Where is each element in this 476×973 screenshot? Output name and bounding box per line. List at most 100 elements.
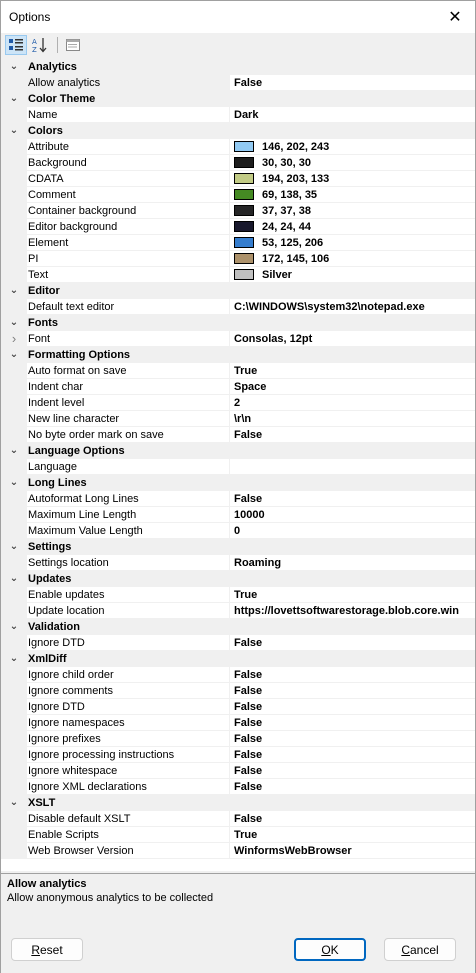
property-row[interactable]: Language xyxy=(1,458,475,475)
property-row[interactable]: Enable Scripts True xyxy=(1,826,475,843)
collapse-chevron-icon[interactable]: ⌄ xyxy=(1,618,27,635)
collapse-chevron-icon[interactable]: ⌄ xyxy=(1,474,27,491)
property-value[interactable]: Silver xyxy=(230,267,475,283)
collapse-chevron-icon[interactable]: ⌄ xyxy=(1,538,27,555)
property-row[interactable]: Settings location Roaming xyxy=(1,554,475,571)
property-row[interactable]: Background 30, 30, 30 xyxy=(1,154,475,171)
property-row[interactable]: Ignore processing instructions False xyxy=(1,746,475,763)
property-row[interactable]: Ignore namespaces False xyxy=(1,714,475,731)
category-row[interactable]: ⌄ Fonts xyxy=(1,314,475,331)
reset-button[interactable]: Reset xyxy=(11,938,83,961)
property-value[interactable]: https://lovettsoftwarestorage.blob.core.… xyxy=(230,603,475,619)
collapse-chevron-icon[interactable]: ⌄ xyxy=(1,282,27,299)
collapse-chevron-icon[interactable]: ⌄ xyxy=(1,59,27,75)
property-value[interactable]: False xyxy=(230,635,475,651)
property-row[interactable]: Ignore prefixes False xyxy=(1,730,475,747)
property-value[interactable]: C:\WINDOWS\system32\notepad.exe xyxy=(230,299,475,315)
property-row[interactable]: › Font Consolas, 12pt xyxy=(1,330,475,347)
property-value[interactable]: False xyxy=(230,779,475,795)
property-row[interactable]: PI 172, 145, 106 xyxy=(1,250,475,267)
property-value[interactable] xyxy=(230,459,475,475)
property-value[interactable]: False xyxy=(230,427,475,443)
category-row[interactable]: ⌄ Language Options xyxy=(1,442,475,459)
category-row[interactable]: ⌄ Color Theme xyxy=(1,90,475,107)
property-value[interactable]: False xyxy=(230,763,475,779)
property-value[interactable]: 2 xyxy=(230,395,475,411)
property-row[interactable]: Ignore comments False xyxy=(1,682,475,699)
cancel-button[interactable]: Cancel xyxy=(384,938,456,961)
property-row[interactable]: Ignore whitespace False xyxy=(1,762,475,779)
close-icon[interactable]: ✕ xyxy=(441,5,469,29)
category-row[interactable]: ⌄ XSLT xyxy=(1,794,475,811)
property-pages-button[interactable] xyxy=(62,35,84,55)
property-row[interactable]: Default text editor C:\WINDOWS\system32\n… xyxy=(1,298,475,315)
property-value[interactable]: 172, 145, 106 xyxy=(230,251,475,267)
property-value[interactable]: Roaming xyxy=(230,555,475,571)
property-value[interactable]: 0 xyxy=(230,523,475,539)
category-row[interactable]: ⌄ Formatting Options xyxy=(1,346,475,363)
property-row[interactable]: Maximum Value Length 0 xyxy=(1,522,475,539)
property-value[interactable]: 24, 24, 44 xyxy=(230,219,475,235)
property-row[interactable]: New line character \r\n xyxy=(1,410,475,427)
category-row[interactable]: ⌄ Settings xyxy=(1,538,475,555)
property-value[interactable]: False xyxy=(230,811,475,827)
property-row[interactable]: Attribute 146, 202, 243 xyxy=(1,138,475,155)
property-value[interactable]: False xyxy=(230,715,475,731)
property-value[interactable]: True xyxy=(230,827,475,843)
collapse-chevron-icon[interactable]: ⌄ xyxy=(1,90,27,107)
property-row[interactable]: Indent level 2 xyxy=(1,394,475,411)
collapse-chevron-icon[interactable]: ⌄ xyxy=(1,794,27,811)
category-row[interactable]: ⌄ Analytics xyxy=(1,59,475,75)
property-row[interactable]: Disable default XSLT False xyxy=(1,810,475,827)
category-row[interactable]: ⌄ Editor xyxy=(1,282,475,299)
property-row[interactable]: Maximum Line Length 10000 xyxy=(1,506,475,523)
property-row[interactable]: Ignore child order False xyxy=(1,666,475,683)
collapse-chevron-icon[interactable]: ⌄ xyxy=(1,650,27,667)
category-row[interactable]: ⌄ Updates xyxy=(1,570,475,587)
property-value[interactable]: False xyxy=(230,491,475,507)
expand-chevron-icon[interactable]: › xyxy=(1,330,27,347)
property-value[interactable]: \r\n xyxy=(230,411,475,427)
property-value[interactable]: Dark xyxy=(230,107,475,123)
property-row[interactable]: Web Browser Version WinformsWebBrowser xyxy=(1,842,475,859)
collapse-chevron-icon[interactable]: ⌄ xyxy=(1,570,27,587)
property-value[interactable]: False xyxy=(230,731,475,747)
property-row[interactable]: Indent char Space xyxy=(1,378,475,395)
property-value[interactable]: True xyxy=(230,587,475,603)
property-value[interactable]: False xyxy=(230,683,475,699)
property-value[interactable]: WinformsWebBrowser xyxy=(230,843,475,859)
collapse-chevron-icon[interactable]: ⌄ xyxy=(1,442,27,459)
property-row[interactable]: Text Silver xyxy=(1,266,475,283)
property-value[interactable]: False xyxy=(230,667,475,683)
property-value[interactable]: False xyxy=(230,747,475,763)
category-row[interactable]: ⌄ Colors xyxy=(1,122,475,139)
property-value[interactable]: True xyxy=(230,363,475,379)
property-row[interactable]: Auto format on save True xyxy=(1,362,475,379)
property-row[interactable]: Update location https://lovettsoftwaresto… xyxy=(1,602,475,619)
ok-button[interactable]: OK xyxy=(294,938,366,961)
property-value[interactable]: 69, 138, 35 xyxy=(230,187,475,203)
property-row[interactable]: Name Dark xyxy=(1,106,475,123)
property-row[interactable]: Container background 37, 37, 38 xyxy=(1,202,475,219)
category-row[interactable]: ⌄ Long Lines xyxy=(1,474,475,491)
property-row[interactable]: Ignore XML declarations False xyxy=(1,778,475,795)
property-value[interactable]: 53, 125, 206 xyxy=(230,235,475,251)
property-value[interactable]: 30, 30, 30 xyxy=(230,155,475,171)
property-row[interactable]: Autoformat Long Lines False xyxy=(1,490,475,507)
categorized-button[interactable] xyxy=(5,35,27,55)
property-row[interactable]: Element 53, 125, 206 xyxy=(1,234,475,251)
property-value[interactable]: False xyxy=(230,75,475,91)
property-value[interactable]: Space xyxy=(230,379,475,395)
property-row[interactable]: No byte order mark on save False xyxy=(1,426,475,443)
collapse-chevron-icon[interactable]: ⌄ xyxy=(1,314,27,331)
category-row[interactable]: ⌄ Validation xyxy=(1,618,475,635)
property-row[interactable]: Allow analytics False xyxy=(1,74,475,91)
property-value[interactable]: Consolas, 12pt xyxy=(230,331,475,347)
alphabetical-button[interactable]: A Z xyxy=(29,35,51,55)
property-row[interactable]: Ignore DTD False xyxy=(1,634,475,651)
property-value[interactable]: False xyxy=(230,699,475,715)
property-value[interactable]: 146, 202, 243 xyxy=(230,139,475,155)
collapse-chevron-icon[interactable]: ⌄ xyxy=(1,346,27,363)
property-row[interactable]: Editor background 24, 24, 44 xyxy=(1,218,475,235)
property-row[interactable]: Ignore DTD False xyxy=(1,698,475,715)
